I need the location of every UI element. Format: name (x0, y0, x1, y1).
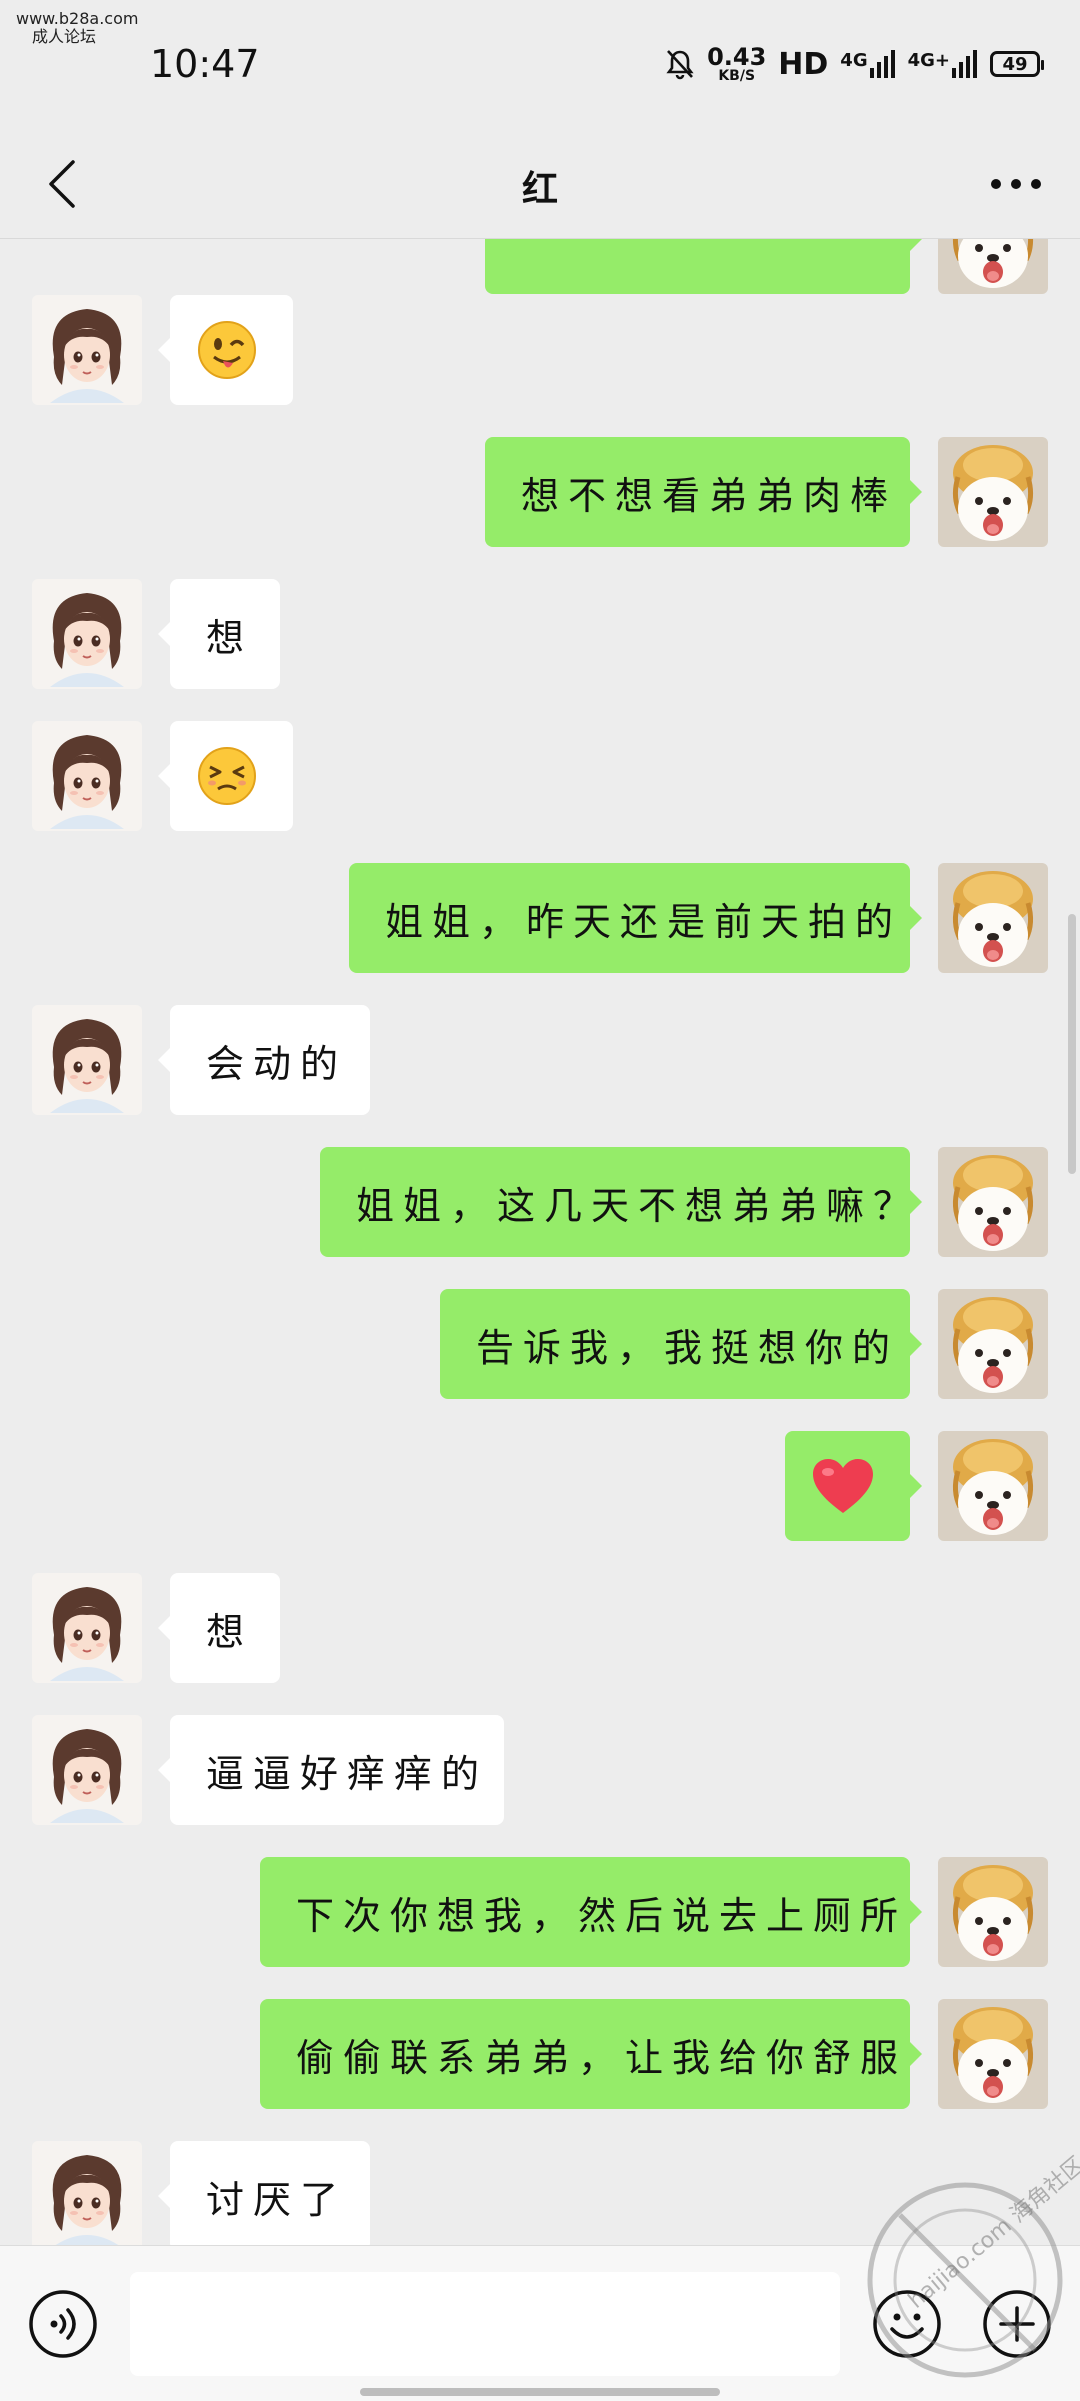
message-row-outgoing: 想不想看弟弟肉棒 (0, 437, 1080, 547)
contact-avatar[interactable] (32, 1005, 142, 1115)
more-functions-button[interactable] (982, 2289, 1052, 2359)
status-bar: 10:47 0.43 KB/S HD 4G 4G+ 49 (0, 0, 1080, 130)
message-bubble[interactable] (485, 239, 922, 294)
home-indicator[interactable] (360, 2388, 720, 2396)
my-avatar[interactable] (938, 863, 1048, 973)
message-bubble[interactable]: 想 (158, 579, 280, 689)
battery-icon: 49 (990, 51, 1044, 77)
contact-avatar[interactable] (32, 721, 142, 831)
chat-header: 红 (0, 130, 1080, 239)
contact-avatar[interactable] (32, 1715, 142, 1825)
message-bubble[interactable]: 下次你想我，然后说去上厕所 (260, 1857, 922, 1967)
sim1-label: 4G (840, 50, 868, 71)
message-list[interactable]: 想不想看弟弟肉棒 想 姐姐，昨天还是前天拍的 会动的 姐姐，这几天不想弟弟嘛？ (0, 239, 1080, 2245)
message-row-incoming: 会动的 (0, 1005, 1080, 1115)
voice-icon (29, 2290, 97, 2358)
my-avatar[interactable] (938, 239, 1048, 294)
message-row-outgoing: 姐姐，昨天还是前天拍的 (0, 863, 1080, 973)
net-speed-unit: KB/S (718, 68, 756, 84)
message-row-incoming: 想 (0, 1573, 1080, 1683)
message-row-incoming: 逼逼好痒痒的 (0, 1715, 1080, 1825)
sim2-signal: 4G+ (908, 50, 978, 78)
wink-tongue-emoji-icon (198, 321, 256, 379)
input-bar (0, 2245, 1080, 2401)
chat-title: 红 (521, 169, 558, 210)
scrollbar[interactable] (1068, 914, 1076, 1174)
my-avatar[interactable] (938, 1999, 1048, 2109)
status-time: 10:47 (150, 42, 260, 86)
my-avatar[interactable] (938, 1431, 1048, 1541)
message-row-outgoing: 偷偷联系弟弟，让我给你舒服 (0, 1999, 1080, 2109)
sim1-signal: 4G (840, 50, 895, 78)
message-bubble[interactable]: 会动的 (158, 1005, 370, 1115)
my-avatar[interactable] (938, 1147, 1048, 1257)
message-bubble[interactable]: 讨厌了 (158, 2141, 370, 2245)
message-bubble-emoji[interactable] (158, 295, 293, 405)
net-speed: 0.43 KB/S (707, 45, 766, 83)
heart-emoji-icon (813, 1459, 873, 1513)
message-bubble[interactable]: 告诉我，我挺想你的 (440, 1289, 922, 1399)
contact-avatar[interactable] (32, 1573, 142, 1683)
signal-bars-icon (952, 50, 977, 78)
watermark-site-url: www.b28a.com (16, 9, 139, 28)
net-speed-value: 0.43 (707, 43, 767, 71)
message-bubble[interactable]: 偷偷联系弟弟，让我给你舒服 (260, 1999, 922, 2109)
squint-face-emoji-icon (198, 747, 256, 805)
message-row-outgoing: 姐姐，这几天不想弟弟嘛？ (0, 1147, 1080, 1257)
contact-avatar[interactable] (32, 2141, 142, 2245)
message-bubble-emoji[interactable] (158, 721, 293, 831)
hd-indicator: HD (778, 46, 829, 82)
my-avatar[interactable] (938, 1289, 1048, 1399)
status-indicators: 0.43 KB/S HD 4G 4G+ 49 (665, 42, 1044, 86)
message-row-incoming (0, 721, 1080, 831)
message-row-outgoing (0, 1431, 1080, 1541)
message-bubble-emoji[interactable] (785, 1431, 922, 1541)
contact-avatar[interactable] (32, 295, 142, 405)
plus-circle-icon (983, 2290, 1051, 2358)
signal-bars-icon (869, 50, 895, 78)
message-row-outgoing: 下次你想我，然后说去上厕所 (0, 1857, 1080, 1967)
my-avatar[interactable] (938, 1857, 1048, 1967)
message-row-outgoing: 告诉我，我挺想你的 (0, 1289, 1080, 1399)
message-bubble[interactable]: 逼逼好痒痒的 (158, 1715, 504, 1825)
more-button[interactable] (976, 152, 1056, 216)
more-dots-icon (991, 179, 1041, 189)
watermark-site: www.b28a.com 成人论坛 (16, 10, 138, 46)
watermark-site-tagline: 成人论坛 (32, 27, 97, 46)
message-row-incoming: 想 (0, 579, 1080, 689)
contact-avatar[interactable] (32, 579, 142, 689)
message-row-outgoing (0, 239, 1080, 294)
my-avatar[interactable] (938, 437, 1048, 547)
mute-bell-icon (666, 50, 694, 80)
voice-button[interactable] (28, 2289, 98, 2359)
sim2-label: 4G+ (907, 50, 950, 71)
message-bubble[interactable]: 姐姐，这几天不想弟弟嘛？ (320, 1147, 922, 1257)
message-bubble[interactable]: 姐姐，昨天还是前天拍的 (349, 863, 922, 973)
message-bubble[interactable]: 想不想看弟弟肉棒 (485, 437, 922, 547)
message-row-incoming (0, 295, 1080, 405)
message-input[interactable] (130, 2272, 840, 2376)
message-row-incoming: 讨厌了 (0, 2141, 1080, 2245)
message-bubble[interactable]: 想 (158, 1573, 280, 1683)
